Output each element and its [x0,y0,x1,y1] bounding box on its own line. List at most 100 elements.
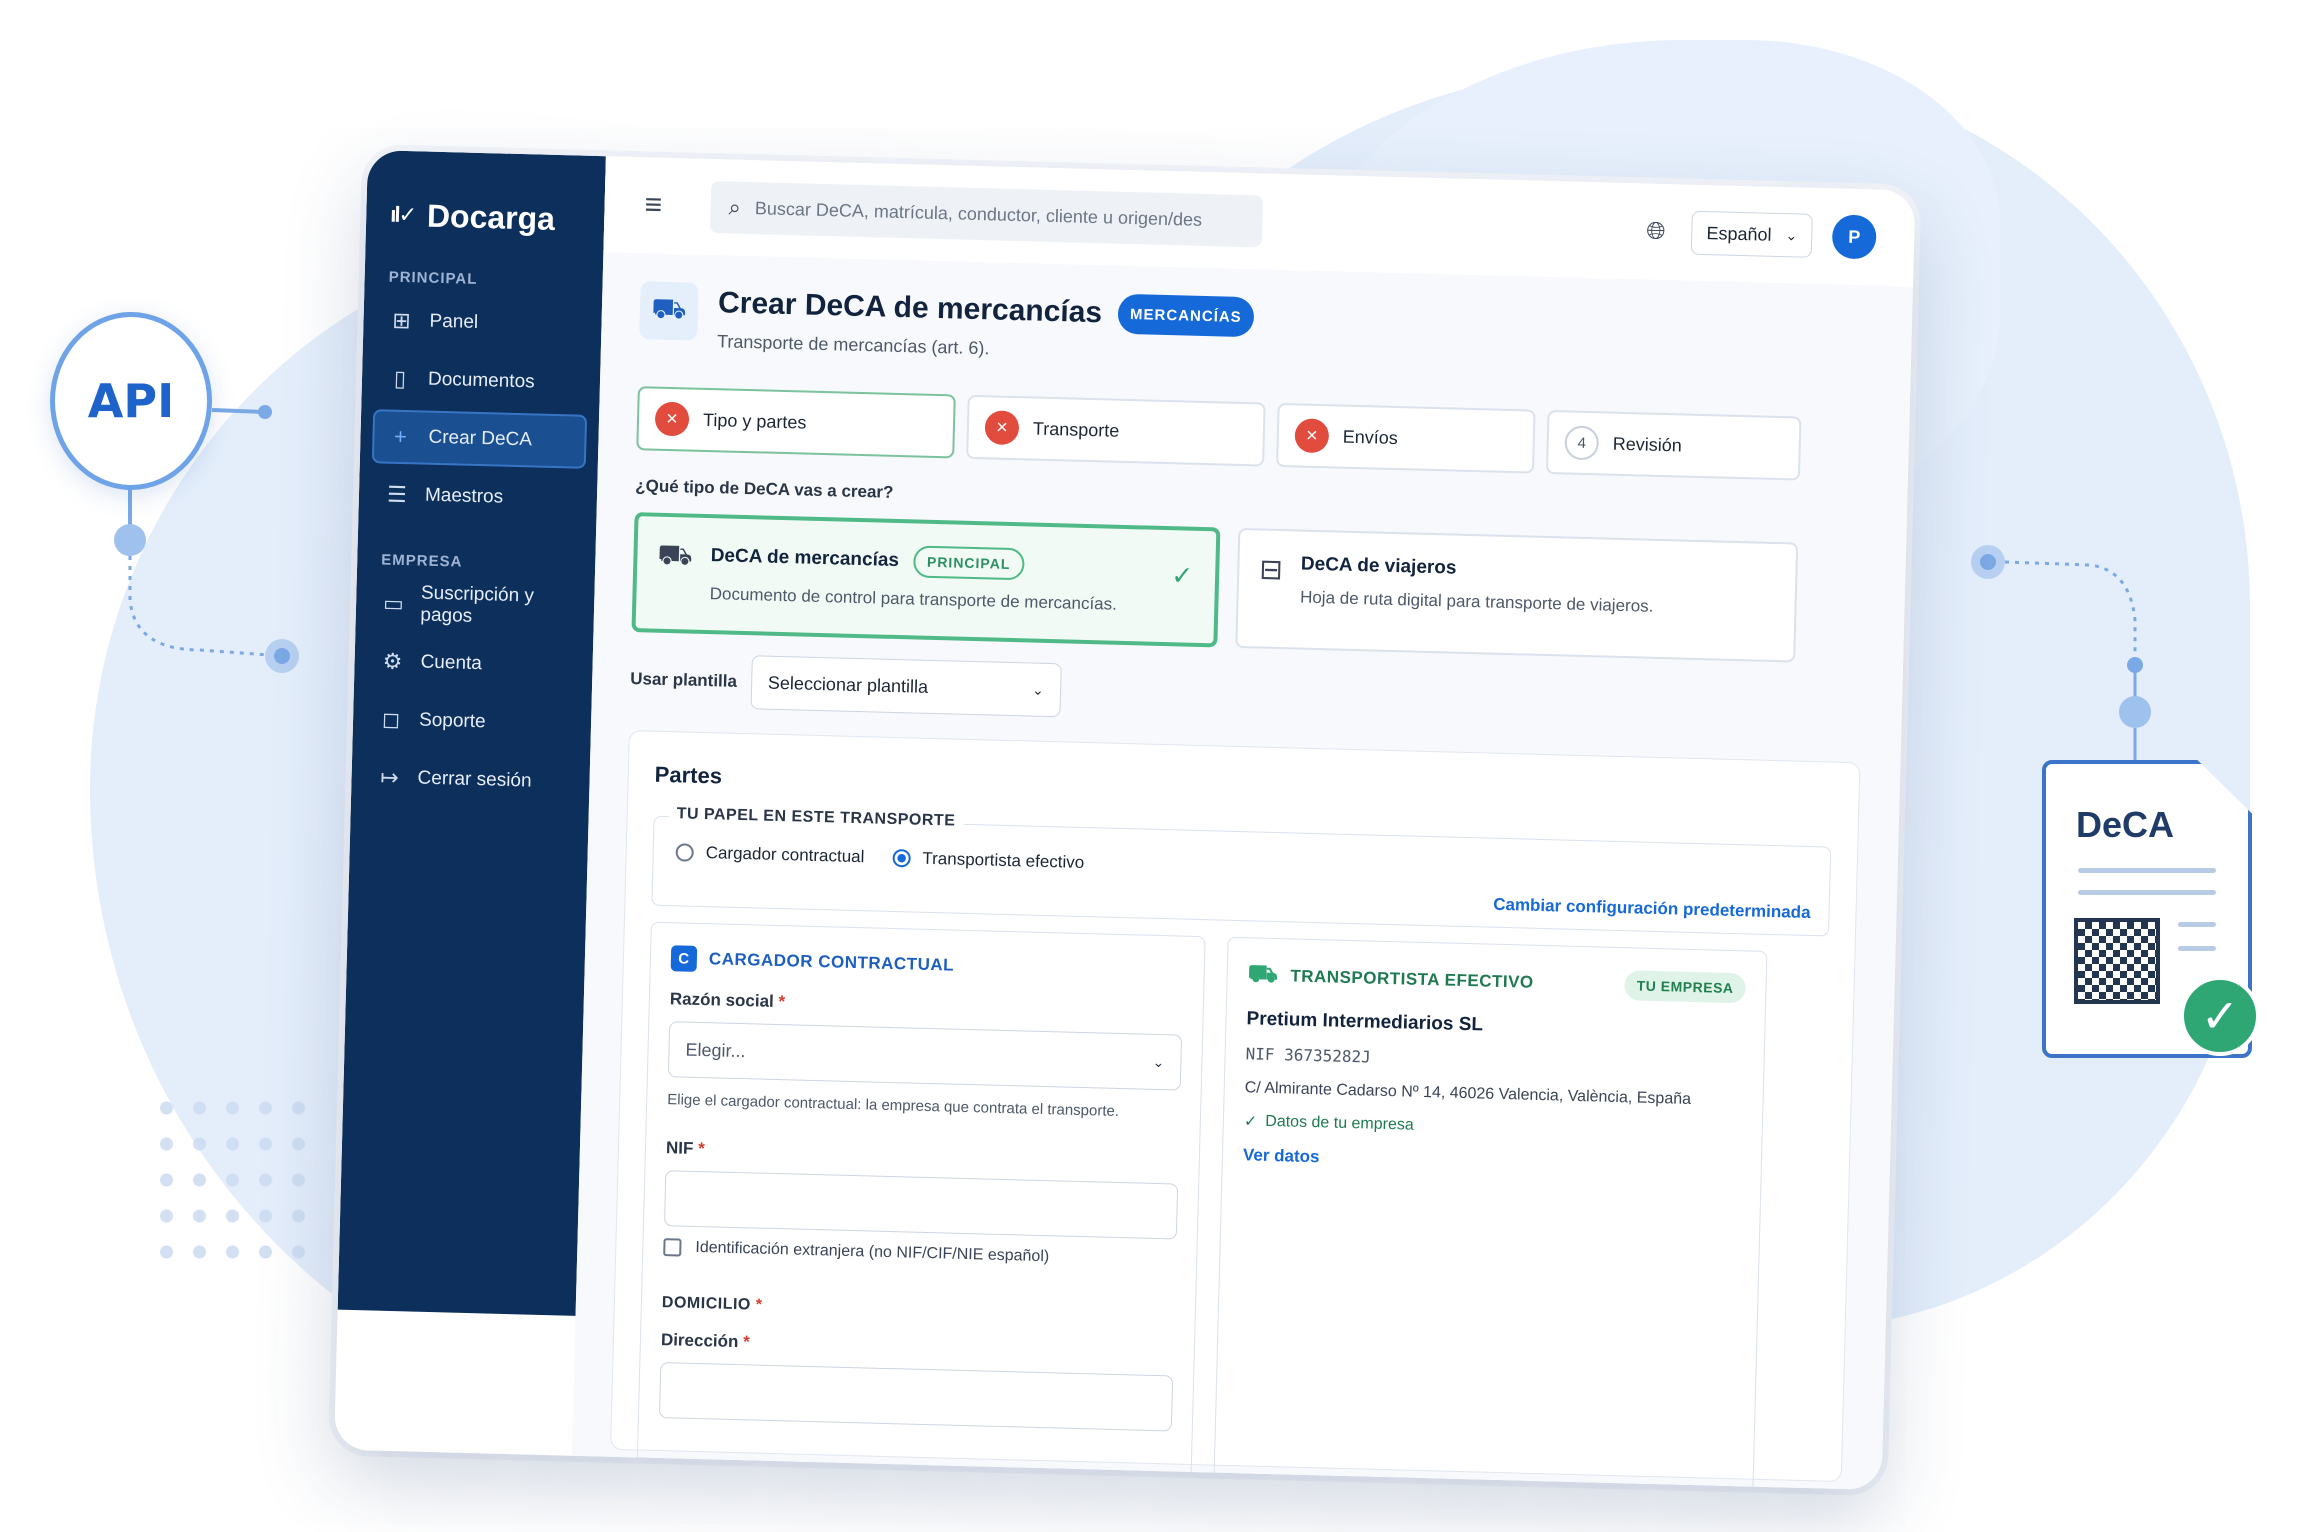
select-value: Elegir... [685,1039,746,1061]
api-badge: API [50,312,212,490]
cargador-title: CARGADOR CONTRACTUAL [708,949,955,975]
truck-icon: ⛟ [1247,960,1279,989]
logo-icon: ıl✓ [390,201,416,228]
chat-icon: ◻ [381,706,401,733]
foreign-id-checkbox[interactable] [663,1238,682,1257]
radio-label: Transportista efectivo [922,848,1085,872]
company-nif: NIF 36735282J [1245,1044,1372,1067]
deca-doc-title: DeCA [2076,804,2175,845]
sidebar-item-soporte[interactable]: ◻ Soporte [364,692,579,752]
card-deca-viajeros[interactable]: ⊟ DeCA de viajeros Hoja de ruta digital … [1235,527,1799,663]
language-select[interactable]: Español ⌄ [1690,210,1813,258]
search-input[interactable]: ⌕ Buscar DeCA, matrícula, conductor, cli… [709,180,1264,248]
ver-datos-link[interactable]: Ver datos [1243,1145,1741,1178]
foreign-id-row: Identificación extranjera (no NIF/CIF/NI… [663,1238,1176,1269]
card-desc: Hoja de ruta digital para transporte de … [1299,587,1654,616]
check-icon: ✓ [1170,560,1194,591]
transportista-panel: ⛟ TRANSPORTISTA EFECTIVO TU EMPRESA Pretiu… [1213,936,1768,1491]
sidebar-item-panel[interactable]: ⊞ Panel [375,293,590,353]
page-subtitle: Transporte de mercancías (art. 6). [716,331,990,359]
step-label: Envíos [1342,426,1399,448]
label-text: NIF [665,1138,694,1158]
app-window: ıl✓ Docarga PRINCIPAL ⊞ Panel ▯ Documentos… [333,150,1916,1491]
tu-empresa-badge: TU EMPRESA [1624,970,1746,1004]
domicilio-label: DOMICILIO * [662,1294,1175,1325]
step-transporte[interactable]: × Transporte [966,394,1266,467]
chevron-down-icon: ⌄ [1031,681,1045,698]
close-icon: × [654,401,690,437]
checkbox-label: Identificación extranjera (no NIF/CIF/NI… [695,1238,1050,1266]
hamburger-icon[interactable]: ≡ [644,188,685,223]
step-envios[interactable]: × Envíos [1276,402,1536,474]
sidebar-item-label: Maestros [424,484,504,508]
card-title-row: DeCA de viajeros [1301,554,1655,585]
required-mark: * [742,1332,751,1352]
globe-icon: 🌐︎ [1645,217,1666,245]
cargador-header: C CARGADOR CONTRACTUAL [670,945,1185,984]
nif-field[interactable] [663,1170,1179,1240]
radio-transportista[interactable]: Transportista efectivo [892,848,1084,873]
grid-icon: ⊞ [392,307,412,334]
required-mark: * [697,1138,705,1159]
brand-name: Docarga [426,197,556,237]
card-title-row: DeCA de mercancías PRINCIPAL [710,540,1118,583]
label-text: DOMICILIO [661,1294,752,1314]
sidebar-item-maestros[interactable]: ☰ Maestros [370,467,585,527]
step-revision[interactable]: 4 Revisión [1545,409,1802,481]
sidebar-item-cuenta[interactable]: ⚙ Cuenta [366,634,581,694]
gear-icon: ⚙ [382,648,403,675]
step-number: 4 [1564,425,1600,461]
required-mark: * [778,992,786,1012]
step-tipo-partes[interactable]: × Tipo y partes [636,386,956,459]
api-label: API [87,374,175,428]
sidebar-item-label: Suscripción y pagos [420,582,535,627]
search-placeholder: Buscar DeCA, matrícula, conductor, clien… [754,197,1203,230]
page: ⛟ Crear DeCA de mercancías MERCANCÍAS Tr… [572,252,1913,1491]
razon-social-label: Razón social * [670,989,1183,1022]
check-icon: ✓ [1243,1113,1258,1131]
razon-social-select[interactable]: Elegir... ⌄ [667,1021,1183,1091]
sidebar-item-suscripcion[interactable]: ▭ Suscripción y pagos [367,576,582,636]
nif-label: NIF * [666,1138,1179,1171]
bus-icon: ⊟ [1258,553,1284,586]
doc-line [2178,922,2216,927]
avatar[interactable]: P [1831,214,1877,260]
radio-cargador[interactable]: Cargador contractual [675,842,865,867]
partes-section: Partes TU PAPEL EN ESTE TRANSPORTE Carga… [610,730,1861,1491]
plus-icon: + [393,423,408,450]
sidebar-item-documentos[interactable]: ▯ Documentos [373,351,588,411]
template-row: Usar plantilla Seleccionar plantilla ⌄ [630,652,1863,738]
truck-icon: ⛟ [657,538,694,571]
sidebar-item-label: Crear DeCA [428,426,533,451]
chevron-down-icon: ⌄ [1785,226,1798,243]
razon-social-hint: Elige el cargador contractual: la empres… [667,1091,1120,1120]
template-select[interactable]: Seleccionar plantilla ⌄ [750,655,1062,718]
sidebar-item-label: Cuenta [420,651,483,675]
chevron-down-icon: ⌄ [1152,1053,1165,1070]
close-icon: × [984,410,1020,446]
step-label: Tipo y partes [702,409,807,433]
main-content: ≡ ⌕ Buscar DeCA, matrícula, conductor, c… [571,156,1916,1491]
sidebar-item-cerrar-sesion[interactable]: ↦ Cerrar sesión [363,750,578,810]
company-address: C/ Almirante Cadarso Nº 14, 46026 Valenc… [1244,1079,1692,1108]
sidebar-item-label: Documentos [427,368,535,393]
type-cards: ⛟ DeCA de mercancías PRINCIPAL Documento … [631,512,1866,664]
required-mark: * [755,1296,763,1314]
cargador-badge: C [670,945,698,972]
company-name: Pretium Intermediarios SL [1246,1008,1484,1036]
card-text: DeCA de viajeros Hoja de ruta digital pa… [1300,554,1655,617]
stepper: × Tipo y partes × Transporte × Envíos 4 Revi… [636,386,1869,482]
topbar-actions: 🌐︎ Español ⌄ P [1645,209,1877,260]
direccion-field[interactable] [658,1362,1174,1432]
truck-icon: ⛟ [639,281,699,341]
radio-dot [675,843,694,862]
header-text: Crear DeCA de mercancías MERCANCÍAS Tran… [716,283,1255,366]
card-deca-mercancias[interactable]: ⛟ DeCA de mercancías PRINCIPAL Documento … [631,512,1221,648]
template-value: Seleccionar plantilla [767,672,929,697]
principal-badge: PRINCIPAL [912,545,1025,581]
sidebar-item-crear-deca[interactable]: + Crear DeCA [371,409,588,469]
title-row: Crear DeCA de mercancías MERCANCÍAS [718,283,1255,338]
sidebar-item-label: Cerrar sesión [417,767,532,792]
brand[interactable]: ıl✓ Docarga [366,190,605,244]
sidebar-section-empresa: EMPRESA [381,551,463,571]
